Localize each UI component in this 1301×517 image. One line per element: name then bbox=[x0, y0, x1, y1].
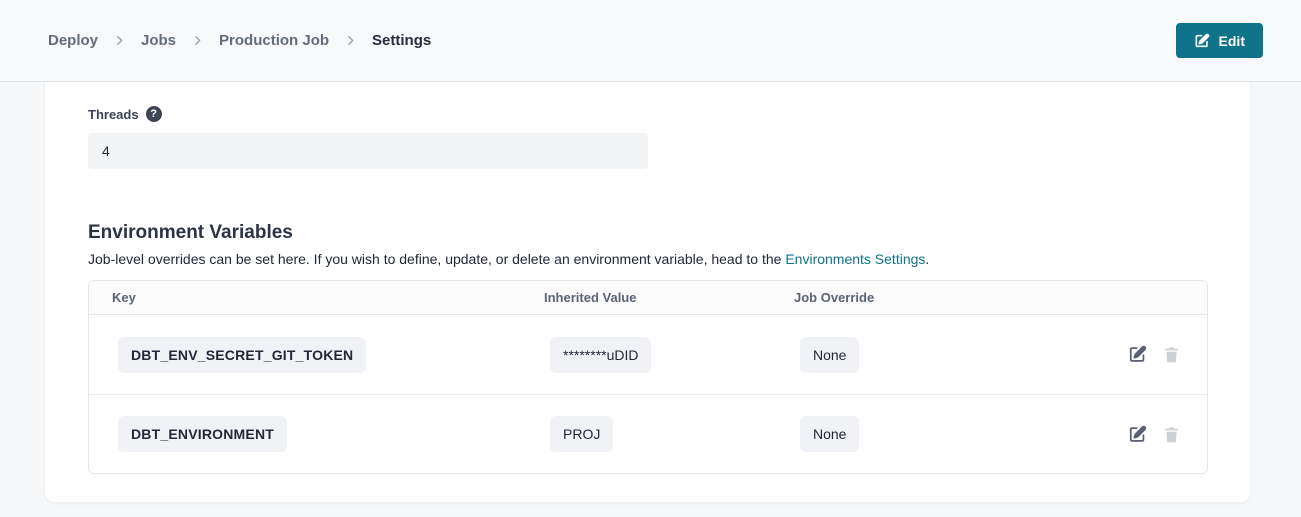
breadcrumb-item-deploy[interactable]: Deploy bbox=[48, 32, 98, 49]
threads-label: Threads bbox=[88, 107, 139, 122]
edit-pencil-icon bbox=[1194, 33, 1210, 49]
threads-input[interactable] bbox=[88, 133, 648, 169]
help-icon[interactable]: ? bbox=[146, 106, 162, 122]
column-header-job-override: Job Override bbox=[771, 290, 1028, 305]
column-header-key: Key bbox=[89, 290, 521, 305]
env-variables-table: Key Inherited Value Job Override DBT_ENV… bbox=[88, 280, 1208, 474]
chevron-right-icon bbox=[344, 34, 357, 47]
section-description: Job-level overrides can be set here. If … bbox=[88, 251, 1208, 267]
row-edit-icon[interactable] bbox=[1128, 345, 1147, 364]
edit-button-label: Edit bbox=[1219, 33, 1245, 49]
env-var-job-override: None bbox=[800, 416, 859, 452]
section-title: Environment Variables bbox=[88, 222, 1208, 244]
edit-button[interactable]: Edit bbox=[1176, 23, 1263, 58]
chevron-right-icon bbox=[191, 34, 204, 47]
row-delete-trash-icon[interactable] bbox=[1162, 425, 1181, 444]
page-header: Deploy Jobs Production Job Settings Edit bbox=[0, 0, 1301, 82]
environments-settings-link[interactable]: Environments Settings bbox=[785, 251, 925, 267]
env-var-inherited-value: ********uDID bbox=[550, 337, 651, 373]
env-var-key: DBT_ENVIRONMENT bbox=[118, 416, 287, 452]
env-var-inherited-value: PROJ bbox=[550, 416, 613, 452]
breadcrumb-item-jobs[interactable]: Jobs bbox=[141, 32, 176, 49]
breadcrumb-item-production-job[interactable]: Production Job bbox=[219, 32, 329, 49]
env-var-key: DBT_ENV_SECRET_GIT_TOKEN bbox=[118, 337, 366, 373]
table-row: DBT_ENV_SECRET_GIT_TOKEN ********uDID No… bbox=[89, 315, 1207, 394]
breadcrumb-item-settings: Settings bbox=[372, 32, 431, 49]
row-edit-icon[interactable] bbox=[1128, 425, 1147, 444]
table-row: DBT_ENVIRONMENT PROJ None bbox=[89, 394, 1207, 473]
settings-card: Threads ? Environment Variables Job-leve… bbox=[45, 82, 1250, 502]
description-period: . bbox=[925, 251, 929, 267]
environment-variables-section: Environment Variables Job-level override… bbox=[88, 222, 1208, 474]
description-text: Job-level overrides can be set here. If … bbox=[88, 251, 785, 267]
chevron-right-icon bbox=[113, 34, 126, 47]
table-header-row: Key Inherited Value Job Override bbox=[89, 281, 1207, 315]
env-var-job-override: None bbox=[800, 337, 859, 373]
breadcrumb: Deploy Jobs Production Job Settings bbox=[48, 32, 431, 49]
column-header-inherited-value: Inherited Value bbox=[521, 290, 771, 305]
row-delete-trash-icon[interactable] bbox=[1162, 345, 1181, 364]
